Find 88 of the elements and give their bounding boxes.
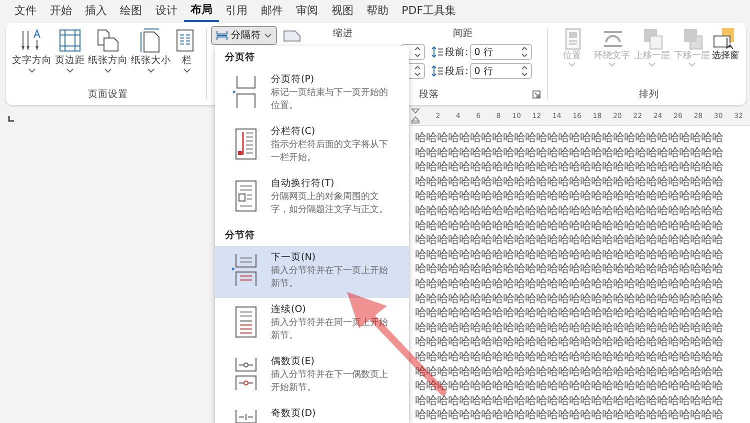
spacing-field[interactable]: 0 行 xyxy=(470,44,532,60)
menu-item[interactable]: 分页符(P) 标记一页结束与下一页开始的位置。 xyxy=(215,68,409,120)
menu-tab[interactable]: 设计 xyxy=(148,1,184,21)
ribbon-button[interactable]: 纸张方向 xyxy=(88,54,128,67)
chevron-down-icon xyxy=(66,68,74,73)
menu-item[interactable]: 自动换行符(T) 分隔网页上的对象周围的文字，如分隔题注文字与正文。 xyxy=(215,172,409,224)
dialog-launcher-icon xyxy=(532,90,542,99)
chevron-down-icon xyxy=(28,68,36,73)
page-break-icon xyxy=(216,30,228,41)
spinner-icon xyxy=(521,65,528,77)
chevron-down-icon xyxy=(147,68,155,73)
field-label: 段后: xyxy=(445,64,468,78)
spacing-field[interactable]: 0 行 xyxy=(470,63,532,79)
field-label: 段前: xyxy=(445,46,468,58)
menu-tab[interactable]: 邮件 xyxy=(254,1,290,21)
chevron-down-icon xyxy=(568,62,576,68)
section-label: 缩进 xyxy=(333,27,354,41)
line-spacing-icon xyxy=(431,46,444,58)
menu-item-title: 分栏符(C) xyxy=(271,125,316,138)
menu-item-description: 标记一页结束与下一页开始的位置。 xyxy=(271,86,389,112)
selection-pane-icon xyxy=(712,28,735,50)
ribbon-button[interactable]: 栏 xyxy=(182,54,192,67)
chevron-down-icon xyxy=(608,62,616,68)
menu-item-title: 偶数页(E) xyxy=(271,355,316,368)
document-text: 哈哈哈哈哈哈哈哈哈哈哈哈哈哈哈哈哈哈哈哈哈哈哈哈哈哈哈哈 xyxy=(415,202,723,218)
menu-item[interactable]: 分栏符(C) 指示分栏符后面的文字将从下一栏开始。 xyxy=(215,120,409,172)
menu-tab[interactable]: 绘图 xyxy=(114,1,149,21)
menu-tab[interactable]: 开始 xyxy=(43,1,78,21)
document-text: 哈哈哈哈哈哈哈哈哈哈哈哈哈哈哈哈哈哈哈哈哈哈哈哈哈哈哈哈 xyxy=(415,232,723,247)
margins-icon xyxy=(57,28,83,53)
ribbon-button[interactable]: 文字方向 xyxy=(12,54,52,67)
document-text: 哈哈哈哈哈哈哈哈哈哈哈哈哈哈哈哈哈哈哈哈哈哈哈哈哈哈哈哈 xyxy=(415,246,723,262)
document-text: 哈哈哈哈哈哈哈哈哈哈哈哈哈哈哈哈哈哈哈哈哈哈哈哈哈哈哈哈 xyxy=(415,392,723,408)
document-text: 哈哈哈哈哈哈哈哈哈哈哈哈哈哈哈哈哈哈哈哈哈哈哈哈哈哈哈哈 xyxy=(415,174,723,188)
menu-section-header: 分节符 xyxy=(224,229,256,243)
document-text: 哈哈哈哈哈哈哈哈哈哈哈哈哈哈哈哈哈哈哈哈哈哈哈哈哈哈哈哈 xyxy=(415,261,723,276)
spinner-icon xyxy=(521,46,528,58)
menu-item-title: 奇数页(D) xyxy=(271,407,317,420)
section-label: 间距 xyxy=(452,27,474,41)
chevron-down-icon xyxy=(264,33,272,38)
group-label: 排列 xyxy=(638,88,660,101)
document-text: 哈哈哈哈哈哈哈哈哈哈哈哈哈哈哈哈哈哈哈哈哈哈哈哈哈哈哈哈 xyxy=(415,334,723,349)
ribbon-button[interactable]: 选择窗 xyxy=(712,51,739,62)
menu-tab[interactable]: 插入 xyxy=(78,1,114,21)
group-label: 页面设置 xyxy=(87,88,130,101)
document-text: 哈哈哈哈哈哈哈哈哈哈哈哈哈哈哈哈哈哈哈哈哈哈哈哈哈哈哈哈 xyxy=(415,144,723,160)
document-text: 哈哈哈哈哈哈哈哈哈哈哈哈哈哈哈哈哈哈哈哈哈哈哈哈哈哈哈哈 xyxy=(415,320,723,334)
document-text: 哈哈哈哈哈哈哈哈哈哈哈哈哈哈哈哈哈哈哈哈哈哈哈哈哈哈哈哈 xyxy=(415,348,723,364)
ribbon-button[interactable]: 页边距 xyxy=(55,54,85,67)
menu-tab[interactable]: 引用 xyxy=(219,1,254,21)
document-text: 哈哈哈哈哈哈哈哈哈哈哈哈哈哈哈哈哈哈哈哈哈哈哈哈哈哈哈哈 xyxy=(415,276,723,291)
document-text: 哈哈哈哈哈哈哈哈哈哈哈哈哈哈哈哈哈哈哈哈哈哈哈哈哈哈哈哈 xyxy=(415,188,723,203)
document-text: 哈哈哈哈哈哈哈哈哈哈哈哈哈哈哈哈哈哈哈哈哈哈哈哈哈哈哈哈 xyxy=(415,290,723,306)
spinner-icon xyxy=(414,46,422,58)
tab-stop-icon xyxy=(7,115,15,123)
ribbon-button[interactable]: 纸张大小 xyxy=(131,54,171,67)
chevron-down-icon xyxy=(688,62,696,68)
menu-item-title: 自动换行符(T) xyxy=(271,177,336,190)
menu-item-description: 插入分节符并在下一页上开始新节。 xyxy=(271,264,389,290)
chevron-down-icon xyxy=(183,68,191,73)
chevron-down-icon xyxy=(648,62,656,68)
spinner-icon xyxy=(414,65,422,77)
document-text: 哈哈哈哈哈哈哈哈哈哈哈哈哈哈哈哈哈哈哈哈哈哈哈哈哈哈哈哈 xyxy=(415,130,723,145)
menu-item-description: 插入分节符并在下一偶数页上开始新节。 xyxy=(271,368,389,394)
menu-item[interactable]: 偶数页(E) 插入分节符并在下一偶数页上开始新节。 xyxy=(215,350,409,402)
line-spacing-icon xyxy=(431,65,444,77)
page-orientation-icon xyxy=(95,28,121,53)
menu-item-description: 分隔网页上的对象周围的文字，如分隔题注文字与正文。 xyxy=(271,190,389,216)
chevron-down-icon xyxy=(104,68,112,73)
document-text: 哈哈哈哈哈哈哈哈哈哈哈哈哈哈哈哈哈哈哈哈哈哈哈哈哈哈哈哈 xyxy=(415,305,723,320)
menu-item-title: 下一页(N) xyxy=(271,251,317,264)
menu-tab[interactable]: 帮助 xyxy=(360,1,396,21)
menu-item[interactable]: 下一页(N) 插入分节符并在下一页上开始新节。 xyxy=(215,246,409,298)
group-label: 段落 xyxy=(419,88,440,101)
document-text: 哈哈哈哈哈哈哈哈哈哈哈哈哈哈哈哈哈哈哈哈哈哈哈哈哈哈哈哈 xyxy=(415,407,723,422)
menu-item-title: 连续(O) xyxy=(271,303,307,316)
menu-section-header: 分页符 xyxy=(224,51,256,65)
menu-tab[interactable]: 视图 xyxy=(324,1,360,21)
menu-tab[interactable]: 文件 xyxy=(8,1,44,21)
menu-item-title: 分页符(P) xyxy=(271,73,316,86)
menu-item[interactable]: 奇数页(D) xyxy=(215,402,409,423)
menu-item-description: 指示分栏符后面的文字将从下一栏开始。 xyxy=(271,138,389,164)
document-text: 哈哈哈哈哈哈哈哈哈哈哈哈哈哈哈哈哈哈哈哈哈哈哈哈哈哈哈哈 xyxy=(415,159,723,174)
menu-tab[interactable]: 审阅 xyxy=(290,1,325,21)
document-text: 哈哈哈哈哈哈哈哈哈哈哈哈哈哈哈哈哈哈哈哈哈哈哈哈哈哈哈哈 xyxy=(415,218,723,232)
menu-tab[interactable]: PDF工具集 xyxy=(395,1,463,21)
document-icon xyxy=(283,30,302,42)
breaks-button[interactable]: 分隔符 xyxy=(211,26,278,45)
